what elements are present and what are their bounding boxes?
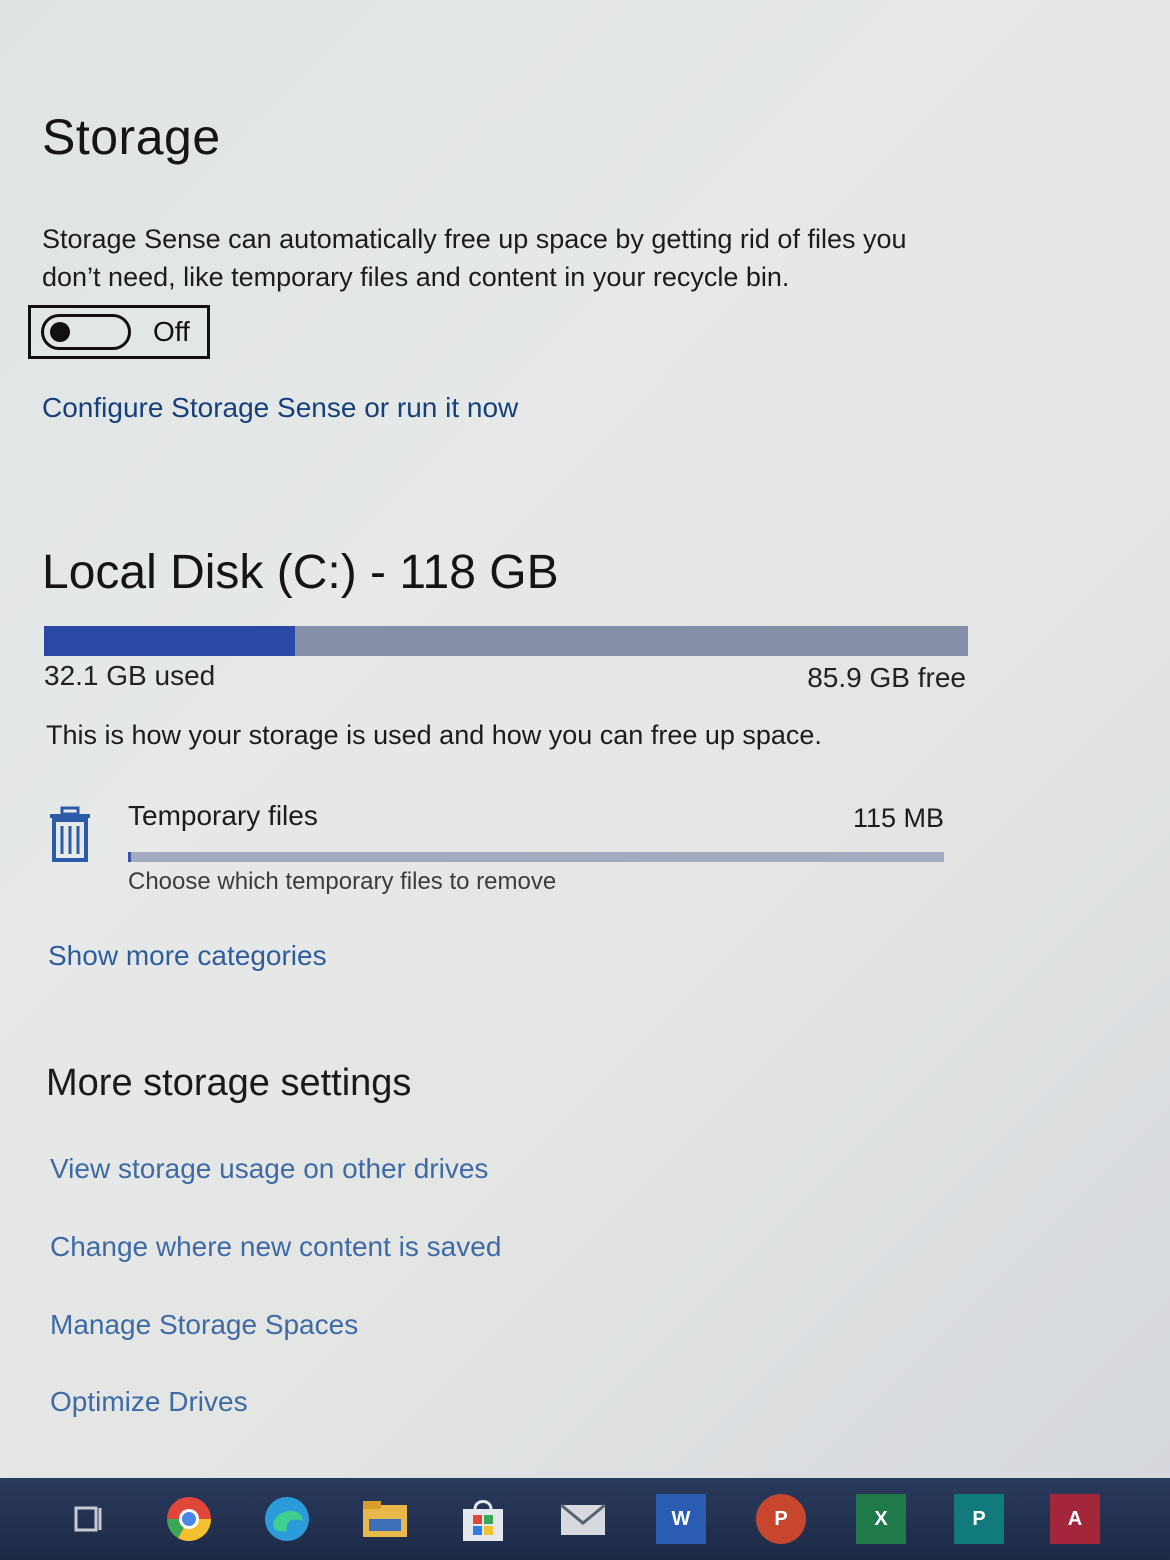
- storage-sense-description: Storage Sense can automatically free up …: [42, 224, 907, 292]
- category-name: Temporary files: [128, 800, 318, 831]
- disk-usage-bar-used: [44, 626, 296, 656]
- file-explorer-icon[interactable]: [360, 1494, 410, 1544]
- show-more-categories-link[interactable]: Show more categories: [48, 940, 327, 972]
- category-usage-bar-fill: [128, 852, 132, 862]
- publisher-icon[interactable]: P: [954, 1494, 1004, 1544]
- page-title: Storage: [42, 109, 221, 165]
- trash-icon: [50, 806, 90, 862]
- disk-usage-bar: [44, 626, 968, 656]
- store-icon[interactable]: [458, 1494, 508, 1544]
- category-usage-bar: [128, 852, 944, 862]
- powerpoint-icon[interactable]: P: [756, 1494, 806, 1544]
- change-content-location-link[interactable]: Change where new content is saved: [50, 1231, 501, 1263]
- toggle-switch[interactable]: [41, 314, 131, 350]
- chrome-icon[interactable]: [164, 1494, 214, 1544]
- word-icon[interactable]: W: [656, 1494, 706, 1544]
- disk-info-text: This is how your storage is used and how…: [46, 720, 822, 750]
- view-storage-other-drives-link[interactable]: View storage usage on other drives: [50, 1153, 488, 1185]
- storage-settings-page: Storage Storage Sense can automatically …: [0, 0, 1170, 1478]
- toggle-state-label: Off: [153, 316, 190, 347]
- disk-title: Local Disk (C:) - 118 GB: [42, 546, 559, 599]
- disk-free-label: 85.9 GB free: [807, 662, 966, 693]
- edge-icon[interactable]: [262, 1494, 312, 1544]
- taskbar: W P X P A: [0, 1478, 1170, 1560]
- configure-storage-sense-link[interactable]: Configure Storage Sense or run it now: [42, 392, 518, 424]
- toggle-knob: [50, 322, 70, 342]
- category-description: Choose which temporary files to remove: [128, 868, 557, 895]
- mail-icon[interactable]: [558, 1494, 608, 1544]
- disk-used-label: 32.1 GB used: [44, 660, 216, 691]
- optimize-drives-link[interactable]: Optimize Drives: [50, 1386, 248, 1418]
- more-storage-settings-title: More storage settings: [46, 1062, 412, 1104]
- access-icon[interactable]: A: [1050, 1494, 1100, 1544]
- excel-icon[interactable]: X: [856, 1494, 906, 1544]
- task-view-icon[interactable]: [64, 1494, 114, 1544]
- manage-storage-spaces-link[interactable]: Manage Storage Spaces: [50, 1309, 358, 1341]
- category-size: 115 MB: [852, 803, 944, 833]
- storage-sense-toggle[interactable]: Off: [28, 305, 210, 359]
